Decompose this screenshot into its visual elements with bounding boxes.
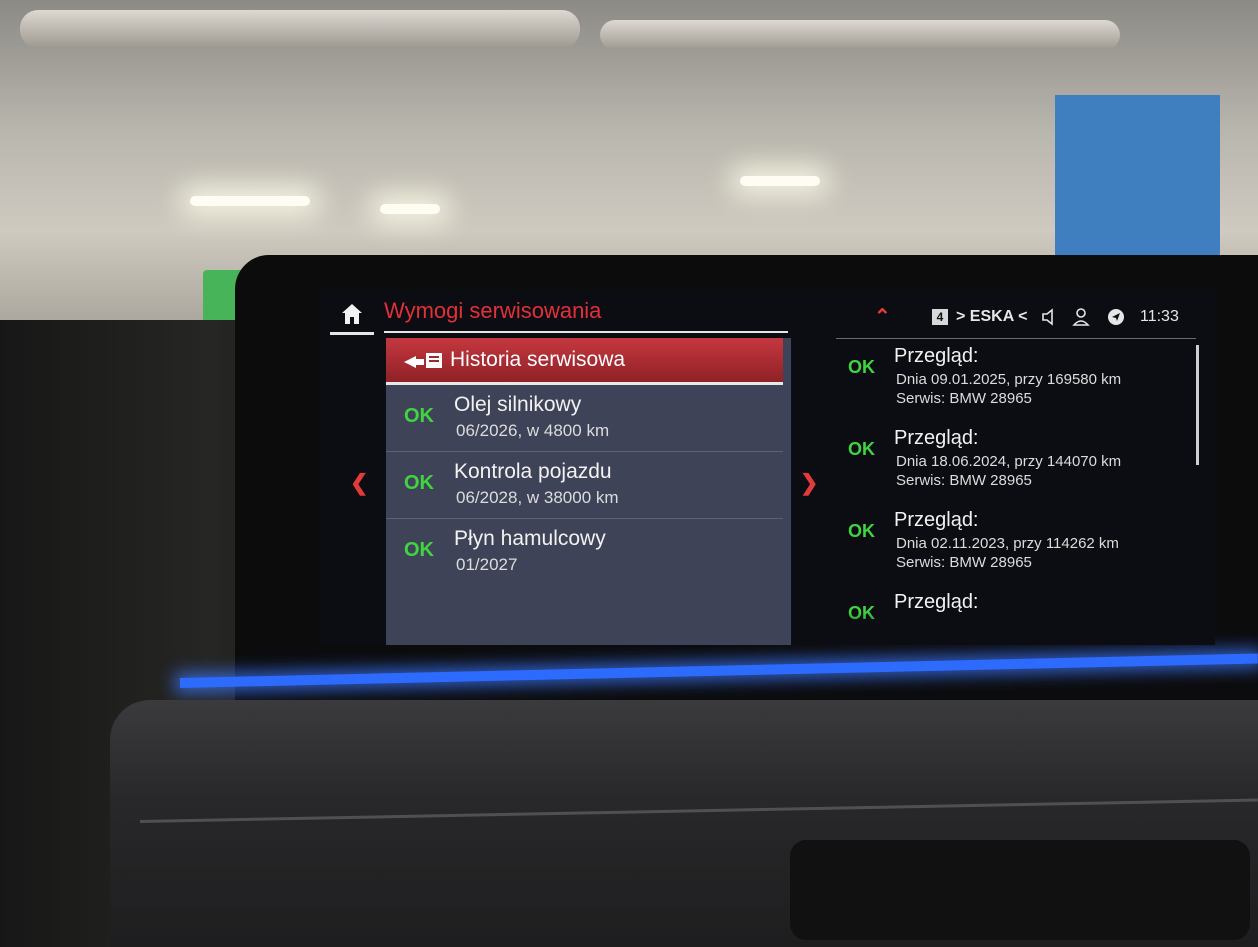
blue-wall-panel (1055, 95, 1220, 265)
menu-item-name: Olej silnikowy (454, 393, 582, 416)
menu-item-engine-oil[interactable]: OK Olej silnikowy 06/2026, w 4800 km (386, 385, 783, 452)
speaker-icon[interactable] (1040, 308, 1058, 326)
ceiling-lamp (190, 196, 310, 206)
radio-station[interactable]: > ESKA < (956, 308, 1027, 326)
history-type: Przegląd: (894, 427, 979, 449)
chevron-right-icon[interactable]: ❯ (800, 470, 818, 496)
status-bar: ⌃ 4 > ESKA < 11:33 (860, 304, 1210, 332)
person-icon[interactable] (1072, 307, 1090, 327)
ceiling-lamp (380, 204, 440, 214)
chevron-up-icon[interactable]: ⌃ (874, 304, 891, 329)
menu-item-name: Kontrola pojazdu (454, 460, 612, 483)
status-badge: OK (848, 357, 875, 377)
navigation-icon[interactable] (1106, 307, 1126, 327)
service-history-icon (404, 353, 442, 368)
menu-item-brake-fluid[interactable]: OK Płyn hamulcowy 01/2027 (386, 519, 783, 585)
infotainment-screen: Wymogi serwisowania ❮ ❯ Historia serwiso… (320, 290, 1215, 645)
ceiling-duct (20, 10, 580, 48)
service-history-list: OK Przegląd: Dnia 09.01.2025, przy 16958… (840, 345, 1200, 645)
history-date: Dnia 18.06.2024, przy 144070 km (896, 453, 1122, 470)
status-badge: OK (404, 472, 434, 494)
service-menu: Historia serwisowa OK Olej silnikowy 06/… (386, 338, 791, 645)
list-item[interactable]: OK Przegląd: Dnia 18.06.2024, przy 14407… (840, 427, 1200, 507)
clock: 11:33 (1140, 308, 1179, 325)
history-type: Przegląd: (894, 591, 979, 613)
list-fade (840, 612, 1200, 645)
home-underline (330, 332, 374, 335)
history-type: Przegląd: (894, 509, 979, 531)
scrollbar[interactable] (1196, 345, 1199, 465)
history-date: Dnia 09.01.2025, przy 169580 km (896, 371, 1122, 388)
menu-item-name: Płyn hamulcowy (454, 527, 606, 550)
menu-item-detail: 06/2026, w 4800 km (456, 421, 610, 440)
chevron-left-icon[interactable]: ❮ (350, 470, 368, 496)
air-vent (790, 840, 1250, 940)
service-history-label: Historia serwisowa (450, 348, 626, 371)
status-badge: OK (848, 439, 875, 459)
menu-item-detail: 01/2027 (456, 555, 518, 574)
list-item[interactable]: OK Przegląd: Dnia 02.11.2023, przy 11426… (840, 509, 1200, 589)
radio-preset-badge: 4 (932, 309, 948, 325)
history-date: Dnia 02.11.2023, przy 114262 km (896, 535, 1119, 552)
status-badge: OK (848, 521, 875, 541)
status-underline (836, 338, 1196, 339)
service-history-button[interactable]: Historia serwisowa (386, 338, 783, 385)
page-title: Wymogi serwisowania (384, 298, 602, 323)
list-item[interactable]: OK Przegląd: Dnia 09.01.2025, przy 16958… (840, 345, 1200, 425)
ceiling-duct (600, 20, 1120, 50)
ceiling-lamp (740, 176, 820, 186)
history-service: Serwis: BMW 28965 (896, 554, 1032, 571)
title-underline (384, 331, 788, 333)
status-badge: OK (404, 539, 434, 561)
menu-item-detail: 06/2028, w 38000 km (456, 488, 619, 507)
history-service: Serwis: BMW 28965 (896, 472, 1032, 489)
history-service: Serwis: BMW 28965 (896, 390, 1032, 407)
status-badge: OK (404, 405, 434, 427)
history-type: Przegląd: (894, 345, 979, 367)
menu-item-vehicle-check[interactable]: OK Kontrola pojazdu 06/2028, w 38000 km (386, 452, 783, 519)
home-icon[interactable] (340, 302, 364, 326)
